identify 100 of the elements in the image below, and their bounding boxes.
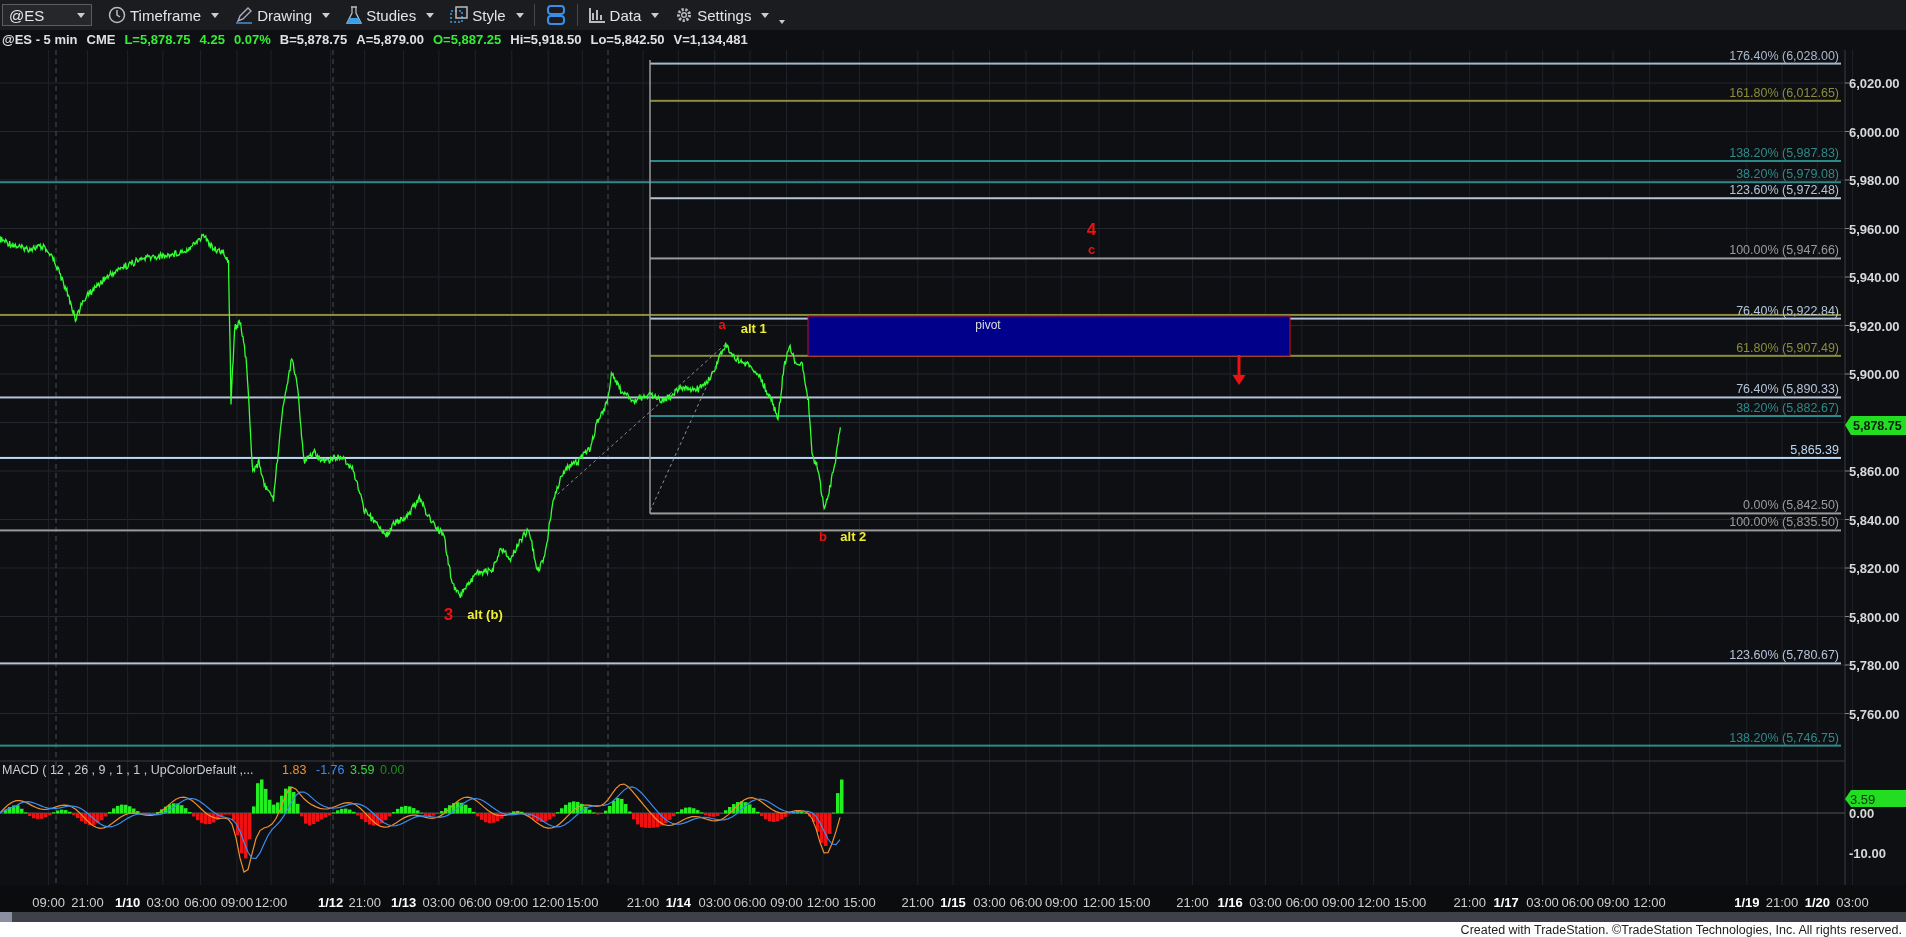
quote-field: B=5,878.75 (279, 31, 348, 47)
caret-icon (515, 12, 524, 18)
zone-label: pivot (975, 318, 1001, 332)
wave-label: alt (b) (467, 606, 503, 622)
level-label: 176.40% (6,028.00) (1729, 48, 1839, 63)
time-label: 21:00 (1453, 895, 1486, 910)
time-label: 03:00 (1836, 895, 1869, 910)
settings-icon (675, 6, 694, 24)
level-label: 38.20% (5,882.67) (1736, 401, 1839, 416)
pencil-icon (235, 6, 254, 24)
time-label: 06:00 (1009, 895, 1043, 910)
date-label: 1/12 (318, 895, 344, 910)
level-label: 138.20% (5,987.83) (1729, 146, 1839, 160)
toolbar-button[interactable]: Data (581, 2, 666, 28)
time-label: 21:00 (1176, 895, 1209, 910)
time-label: 21:00 (348, 895, 381, 910)
time-label: 03:00 (973, 895, 1006, 910)
quote-field: L=5,878.75 (124, 31, 191, 47)
date-label: 1/19 (1734, 895, 1760, 910)
level-label: 76.40% (5,922.84) (1736, 303, 1839, 318)
flask-icon (346, 6, 363, 24)
time-label: 06:00 (1285, 895, 1319, 910)
clock-icon (108, 6, 126, 24)
time-label: 03:00 (698, 895, 732, 910)
time-label: 12:00 (1082, 895, 1116, 910)
price-tick: 5,900.00 (1849, 367, 1900, 382)
indicator-value: 1.83 (282, 763, 307, 777)
time-label: 06:00 (733, 895, 767, 910)
quote-field: Hi=5,918.50 (510, 31, 582, 47)
time-label: 12:00 (254, 895, 288, 910)
squares-icon (450, 6, 469, 24)
time-label: 09:00 (1596, 895, 1630, 910)
caret-icon (211, 12, 220, 18)
level-label: 61.80% (5,907.49) (1736, 340, 1839, 355)
quote-field: O=5,887.25 (432, 31, 502, 47)
indicator-tick: -10.00 (1849, 846, 1886, 861)
level-label: 123.60% (5,972.48) (1729, 183, 1839, 198)
wave-label: 3 (443, 604, 454, 624)
toolbar-button[interactable]: Style (444, 2, 530, 28)
scroll-thumb[interactable] (0, 912, 12, 922)
quote-field: 4.25 (199, 31, 225, 47)
caret-icon[interactable] (779, 20, 786, 24)
indicator-tag: 3.59 (1845, 790, 1906, 807)
time-label: 15:00 (1117, 895, 1151, 910)
price-tick: 5,960.00 (1849, 221, 1900, 237)
caret-icon (651, 12, 660, 18)
toolbar-button[interactable]: Studies (340, 2, 441, 28)
time-label: 15:00 (1393, 895, 1427, 910)
price-tick: 5,780.00 (1849, 658, 1900, 673)
time-label: 03:00 (146, 895, 180, 910)
level-label: 5,865.39 (1790, 442, 1839, 457)
level-label: 123.60% (5,780.67) (1729, 648, 1839, 663)
price-tag: 5,878.75 (1845, 416, 1906, 435)
level-label: 100.00% (5,835.50) (1729, 515, 1839, 530)
price-tick: 5,940.00 (1849, 270, 1900, 285)
quote-field: 0.07% (233, 31, 271, 47)
level-label: 100.00% (5,947.66) (1729, 243, 1839, 258)
time-label: 15:00 (566, 895, 599, 910)
time-label: 21:00 (626, 895, 660, 910)
caret-icon (322, 12, 331, 18)
time-label: 06:00 (459, 895, 492, 910)
indicator-value: 3.59 (350, 763, 375, 777)
quote-field: CME (86, 31, 116, 47)
level-label: 76.40% (5,890.33) (1736, 382, 1839, 397)
time-label: 09:00 (770, 895, 803, 910)
price-tick: 5,820.00 (1849, 561, 1900, 576)
time-label: 21:00 (901, 895, 935, 910)
date-label: 1/17 (1493, 895, 1519, 910)
price-tick: 6,020.00 (1849, 76, 1900, 91)
price-tick: 5,860.00 (1849, 464, 1900, 479)
price-tick: 5,980.00 (1849, 173, 1900, 188)
time-label: 03:00 (1526, 895, 1559, 910)
time-label: 21:00 (1765, 895, 1799, 910)
price-tick: 5,920.00 (1849, 318, 1900, 334)
toolbar-button[interactable]: Drawing (229, 2, 337, 28)
copyright-text: Created with TradeStation. ©TradeStation Technologies, Inc. All rights reserved. (1460, 922, 1902, 937)
indicator-title: MACD ( 12 , 26 , 9 , 1 , 1 , UpColorDefault ,... (2, 763, 254, 777)
wave-label: c (1088, 242, 1096, 258)
price-tick: 5,840.00 (1849, 512, 1900, 528)
time-label: 12:00 (806, 895, 840, 910)
symbol-field[interactable]: @ES (2, 4, 92, 26)
wave-label: b (819, 528, 827, 544)
price-tick: 6,000.00 (1849, 124, 1900, 140)
quote-field: V=1,134,481 (673, 31, 748, 47)
time-label: 12:00 (531, 895, 565, 910)
caret-icon (77, 12, 85, 18)
quote-field: Lo=5,842.50 (590, 31, 665, 47)
quote-field: A=5,879.00 (356, 31, 424, 47)
level-label: 161.80% (6,012.65) (1729, 85, 1839, 100)
time-label: 09:00 (1044, 895, 1078, 910)
time-label: 09:00 (220, 895, 254, 910)
level-label: 138.20% (5,746.75) (1729, 730, 1839, 745)
time-label: 06:00 (1561, 895, 1595, 910)
wave-label: 4 (1086, 219, 1097, 239)
time-label: 12:00 (1357, 895, 1390, 910)
indicator-value: 0.00 (380, 763, 405, 777)
scrollbar[interactable] (0, 912, 1906, 922)
date-label: 1/10 (115, 895, 141, 910)
toolbar-button[interactable]: Timeframe (102, 2, 226, 28)
toolbar-button[interactable]: Settings (669, 2, 776, 28)
